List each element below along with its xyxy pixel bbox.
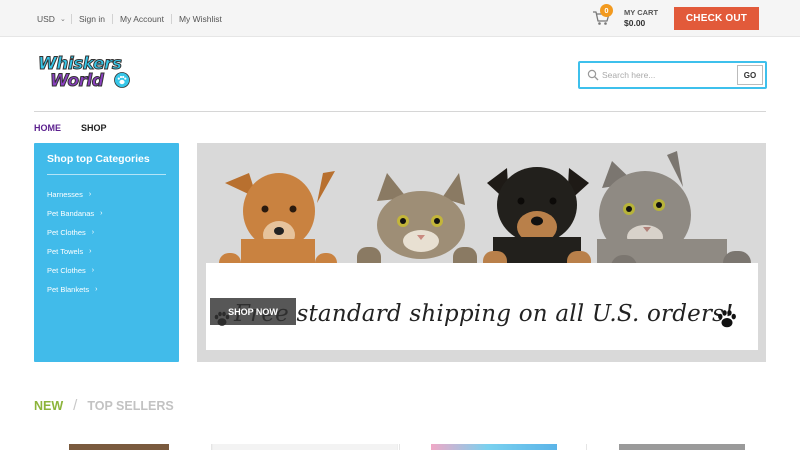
chevron-right-icon: ›	[100, 210, 103, 217]
cart-total: $0.00	[624, 18, 646, 28]
sidebar-divider	[47, 174, 166, 175]
hero-banner[interactable]: Free standard shipping on all U.S. order…	[197, 143, 766, 362]
category-label: Pet Towels	[47, 247, 84, 256]
top-bar: USD ⌄ Sign in My Account My Wishlist 0 M…	[0, 0, 800, 37]
nav-item-shop[interactable]: SHOP	[81, 123, 107, 133]
product-thumbnail[interactable]	[619, 444, 745, 450]
category-label: Pet Bandanas	[47, 209, 95, 218]
category-list: Harnesses › Pet Bandanas › Pet Clothes › Pe…	[47, 185, 102, 299]
category-label: Pet Clothes	[47, 228, 86, 237]
chevron-down-icon: ⌄	[59, 16, 66, 23]
paw-icon	[718, 310, 736, 328]
category-item-pet-bandanas[interactable]: Pet Bandanas ›	[47, 204, 102, 223]
cat-tabby	[357, 173, 477, 273]
product-thumbnail[interactable]	[212, 444, 398, 450]
header-divider	[34, 111, 766, 112]
tab-new[interactable]: NEW	[34, 399, 63, 413]
cart-count-badge: 0	[600, 4, 613, 17]
product-tabs: NEW / TOP SELLERS	[34, 397, 174, 414]
chevron-right-icon: ›	[95, 286, 98, 293]
category-item-pet-blankets[interactable]: Pet Blankets ›	[47, 280, 102, 299]
product-divider	[399, 444, 400, 450]
sign-in-link[interactable]: Sign in	[71, 14, 112, 24]
account-links: Sign in My Account My Wishlist	[71, 14, 229, 24]
checkout-button[interactable]: CHECK OUT	[674, 7, 759, 30]
tab-top-sellers[interactable]: TOP SELLERS	[87, 399, 173, 413]
category-sidebar: Shop top Categories Harnesses › Pet Banda…	[34, 143, 179, 362]
product-thumbnail[interactable]	[69, 444, 169, 450]
main-nav: HOME SHOP	[34, 123, 107, 133]
shipping-message: Free standard shipping on all U.S. order…	[234, 301, 734, 327]
my-account-link[interactable]: My Account	[112, 14, 171, 24]
sidebar-title: Shop top Categories	[47, 153, 150, 165]
chevron-right-icon: ›	[89, 248, 92, 255]
category-label: Harnesses	[47, 190, 83, 199]
product-divider	[586, 444, 587, 450]
nav-item-home[interactable]: HOME	[34, 123, 61, 133]
site-logo[interactable]: Whiskers World	[36, 54, 132, 96]
logo-line-2: World	[49, 71, 104, 92]
category-item-pet-clothes-2[interactable]: Pet Clothes ›	[47, 261, 102, 280]
category-label: Pet Blankets	[47, 285, 90, 294]
category-item-harnesses[interactable]: Harnesses ›	[47, 185, 102, 204]
shop-now-button[interactable]: SHOP NOW	[210, 298, 296, 325]
chevron-right-icon: ›	[91, 267, 95, 274]
search-icon	[587, 69, 599, 81]
chevron-right-icon: ›	[91, 229, 95, 236]
product-thumbnail[interactable]	[431, 444, 557, 450]
search-box: GO	[578, 61, 767, 89]
paw-icon	[114, 72, 130, 88]
category-label: Pet Clothes	[47, 266, 86, 275]
search-go-button[interactable]: GO	[737, 65, 763, 85]
category-item-pet-clothes[interactable]: Pet Clothes ›	[47, 223, 102, 242]
search-input[interactable]	[602, 67, 735, 83]
chevron-right-icon: ›	[88, 191, 92, 198]
tab-separator: /	[73, 397, 78, 414]
my-wishlist-link[interactable]: My Wishlist	[170, 14, 229, 24]
currency-selector[interactable]: USD ⌄	[37, 14, 66, 24]
cart-label[interactable]: MY CART	[624, 8, 658, 17]
currency-label: USD	[37, 14, 55, 24]
category-item-pet-towels[interactable]: Pet Towels ›	[47, 242, 102, 261]
